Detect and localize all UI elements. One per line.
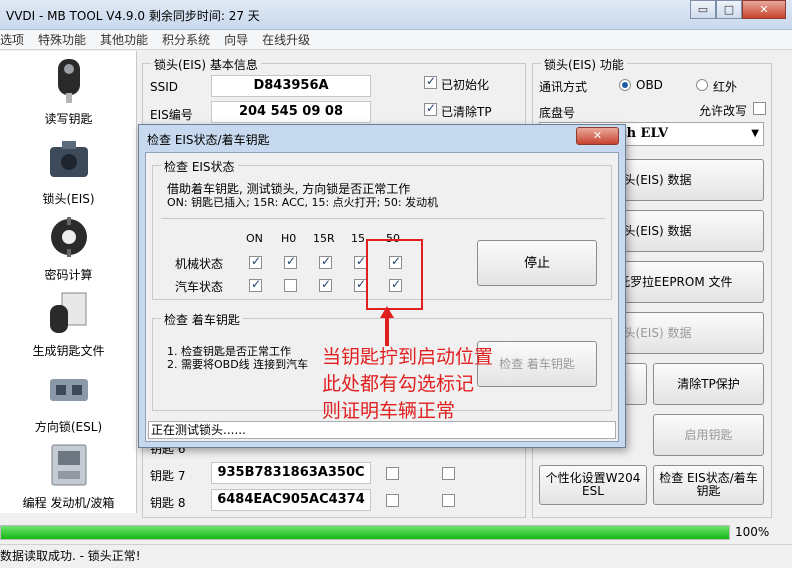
key7-label: 钥匙 7 [150, 469, 186, 483]
key7-checkbox-b[interactable] [442, 467, 455, 480]
col-h0: H0 [281, 232, 297, 245]
menu-special[interactable]: 特殊功能 [38, 30, 86, 49]
window-controls: ▭ □ ✕ [690, 0, 786, 19]
eis-info-title: 锁头(EIS) 基本信息 [151, 56, 261, 73]
ir-label: 红外 [713, 80, 738, 94]
key8-checkbox-b[interactable] [442, 494, 455, 507]
check-key-button[interactable]: 检查 着车钥匙 [477, 341, 597, 387]
sidebar-item-keyfile[interactable]: 生成钥匙文件 [0, 289, 137, 359]
key7-value: 935B7831863A350C [211, 462, 371, 484]
obd-label: OBD [636, 78, 663, 92]
menu-bar: 选项 特殊功能 其他功能 积分系统 向导 在线升级 [0, 30, 792, 50]
eis-func-title: 锁头(EIS) 功能 [541, 56, 627, 73]
ssid-label: SSID [150, 80, 179, 94]
check-eis-button[interactable]: 检查 EIS状态/着车钥匙 [653, 465, 764, 505]
enable-key-button[interactable]: 启用钥匙 [653, 414, 764, 456]
sidebar-item-label: 编程 发动机/波箱 [22, 496, 115, 510]
status-bar: 数据读取成功. - 锁头正常! [0, 544, 792, 568]
minimize-button[interactable]: ▭ [690, 0, 716, 19]
eis-no-label: EIS编号 [150, 108, 193, 122]
progress-fill [1, 526, 729, 539]
mech-15r-checkbox [319, 254, 332, 269]
key8-value: 6484EAC905AC4374 [211, 489, 371, 511]
progress-text: 100% [735, 525, 770, 539]
tp-cleared-checkbox[interactable] [424, 101, 437, 116]
annotation-highlight-box [366, 239, 423, 310]
car-on-checkbox [249, 277, 262, 292]
car-key-icon [57, 59, 80, 103]
menu-points[interactable]: 积分系统 [162, 30, 210, 49]
allow-modify-label: 允许改写 [699, 104, 748, 118]
key8-label: 钥匙 8 [150, 496, 186, 510]
status-text: 数据读取成功. - 锁头正常! [0, 549, 141, 563]
desc-line-2: ON: 钥匙已插入; 15R: ACC, 15: 点火打开; 50: 发动机 [167, 196, 439, 209]
car-h0-checkbox [284, 279, 297, 292]
sidebar-item-label: 密码计算 [44, 268, 93, 282]
initialized-checkbox[interactable] [424, 74, 437, 89]
menu-other[interactable]: 其他功能 [100, 30, 148, 49]
tp-cleared-label: 已清除TP [441, 105, 492, 119]
ecu-module-icon [51, 444, 86, 486]
sidebar: 读写钥匙 锁头(EIS) 密码计算 生成钥匙文件 方向锁(ESL) 编程 发动机… [0, 51, 137, 513]
sidebar-item-label: 锁头(EIS) [42, 192, 95, 206]
col-on: ON [246, 232, 263, 245]
obd-radio[interactable] [619, 79, 631, 91]
col-15r: 15R [313, 232, 335, 245]
eis-status-title: 检查 EIS状态 [161, 158, 238, 175]
annotation-line-3: 则证明车辆正常 [322, 400, 456, 422]
password-calc-icon [50, 217, 87, 257]
allow-modify-checkbox[interactable] [753, 102, 766, 115]
key-file-icon [49, 292, 86, 333]
ir-radio[interactable] [696, 79, 708, 91]
mech-on-checkbox [249, 254, 262, 269]
car-15r-checkbox [319, 277, 332, 292]
clear-tp-button[interactable]: 清除TP保护 [653, 363, 764, 405]
key7-checkbox-a[interactable] [386, 467, 399, 480]
menu-update[interactable]: 在线升级 [262, 30, 310, 49]
eis-module-icon [49, 141, 88, 177]
close-button[interactable]: ✕ [742, 0, 786, 19]
window-title: VVDI - MB TOOL V4.9.0 剩余同步时间: 27 天 [6, 9, 260, 23]
annotation-arrow-icon [380, 306, 394, 346]
initialized-label: 已初始化 [441, 78, 490, 92]
mech-h0-checkbox [284, 254, 297, 269]
eis-no-value: 204 545 09 08 [211, 101, 371, 123]
menu-options[interactable]: 选项 [0, 30, 24, 49]
sidebar-item-password[interactable]: 密码计算 [0, 213, 137, 283]
dialog-title: 检查 EIS状态/着车钥匙 [147, 133, 270, 147]
key8-checkbox-a[interactable] [386, 494, 399, 507]
check-key-title: 检查 着车钥匙 [161, 311, 243, 328]
sidebar-item-key[interactable]: 读写钥匙 [0, 57, 137, 127]
sidebar-item-label: 读写钥匙 [44, 112, 93, 126]
annotation-line-1: 当钥匙拧到启动位置 [322, 346, 494, 368]
annotation-text: 当钥匙拧到启动位置 此处都有勾选标记 则证明车辆正常 [322, 344, 493, 425]
sidebar-item-esl[interactable]: 方向锁(ESL) [0, 365, 137, 435]
progress-bar [0, 525, 730, 540]
stop-button[interactable]: 停止 [477, 240, 597, 286]
mech-state-label: 机械状态 [175, 257, 224, 271]
car-state-label: 汽车状态 [175, 280, 224, 294]
steering-lock-icon [49, 379, 88, 401]
dialog-close-button[interactable]: ✕ [576, 127, 619, 145]
annotation-line-2: 此处都有勾选标记 [322, 373, 475, 395]
comm-label: 通讯方式 [539, 80, 588, 94]
menu-wizard[interactable]: 向导 [224, 30, 248, 49]
w204-esl-button[interactable]: 个性化设置W204 ESL [539, 465, 647, 505]
check-item-2: 2. 需要将OBD线 连接到汽车 [167, 358, 309, 371]
sidebar-item-ecu[interactable]: 编程 发动机/波箱 [0, 441, 137, 511]
col-15: 15 [351, 232, 365, 245]
sidebar-item-label: 方向锁(ESL) [34, 420, 103, 434]
chevron-down-icon: ▼ [751, 128, 759, 139]
chassis-label: 底盘号 [539, 106, 576, 120]
ssid-value: D843956A [211, 75, 371, 97]
sidebar-item-eis[interactable]: 锁头(EIS) [0, 137, 137, 207]
divider [161, 218, 605, 219]
sidebar-item-label: 生成钥匙文件 [32, 344, 105, 358]
maximize-button[interactable]: □ [716, 0, 742, 19]
title-bar: VVDI - MB TOOL V4.9.0 剩余同步时间: 27 天 ▭ □ ✕ [0, 0, 792, 30]
